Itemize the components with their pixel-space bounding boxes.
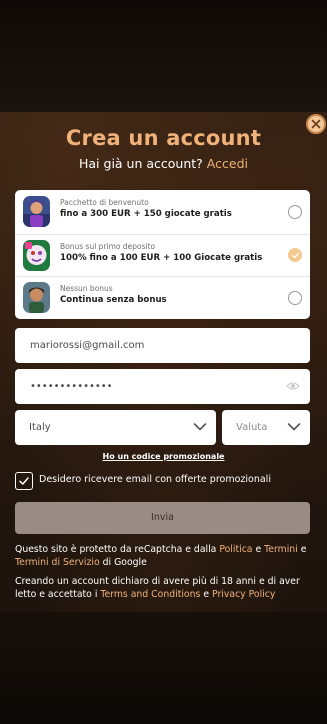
newsletter-checkbox[interactable] xyxy=(15,472,33,490)
privacy-policy-link[interactable]: Privacy Policy xyxy=(212,589,275,600)
bonus-radio-welcome[interactable] xyxy=(288,205,302,219)
google-policy-link[interactable]: Politica xyxy=(219,544,252,555)
chevron-down-icon xyxy=(193,423,207,431)
recaptcha-notice: Questo sito è protetto da reCaptcha e da… xyxy=(15,543,315,569)
bonus-radio-none[interactable] xyxy=(288,291,302,305)
recaptcha-text: e xyxy=(252,544,265,555)
bonus-radio-first-deposit[interactable] xyxy=(288,248,302,262)
eye-icon[interactable] xyxy=(286,380,300,392)
recaptcha-text: di Google xyxy=(99,557,147,568)
email-value: mariorossi@gmail.com xyxy=(30,340,145,351)
bonus-option-none[interactable]: Nessun bonus Continua senza bonus xyxy=(15,276,310,318)
terms-conditions-link[interactable]: Terms and Conditions xyxy=(100,589,200,600)
bonus-option-welcome[interactable]: Pacchetto di benvenuto fino a 300 EUR + … xyxy=(15,191,310,233)
google-terms-link[interactable]: Termini xyxy=(264,544,298,555)
currency-select[interactable]: Valuta xyxy=(222,410,310,445)
login-prompt: Hai già un account? Accedi xyxy=(0,156,327,171)
bonus-title: fino a 300 EUR + 150 giocate gratis xyxy=(60,209,232,219)
bonus-avatar-first-deposit xyxy=(23,240,50,271)
bonus-avatar-welcome xyxy=(23,196,50,227)
email-field[interactable]: mariorossi@gmail.com xyxy=(15,328,310,363)
bonus-subtitle: Nessun bonus xyxy=(60,284,113,293)
google-service-terms-link[interactable]: Termini di Servizio xyxy=(15,557,100,568)
recaptcha-text: e xyxy=(297,544,307,555)
check-icon xyxy=(291,252,299,258)
page-backdrop-top xyxy=(0,0,327,112)
login-link[interactable]: Accedi xyxy=(207,156,248,171)
password-value: •••••••••••••• xyxy=(30,381,113,392)
submit-button[interactable]: Invia xyxy=(15,502,310,534)
bonus-title: Continua senza bonus xyxy=(60,295,167,305)
check-icon xyxy=(19,477,29,485)
age-consent-text: e xyxy=(200,589,213,600)
country-select[interactable]: Italy xyxy=(15,410,216,445)
bonus-option-first-deposit[interactable]: Bonus sul primo deposito 100% fino a 100… xyxy=(15,234,310,276)
page-title: Crea un account xyxy=(65,126,262,150)
bonus-avatar-none xyxy=(23,282,50,313)
recaptcha-text: Questo sito è protetto da reCaptcha e da… xyxy=(15,544,220,555)
password-field[interactable]: •••••••••••••• xyxy=(15,369,310,404)
chevron-down-icon xyxy=(287,423,301,431)
currency-placeholder: Valuta xyxy=(236,422,268,433)
bonus-title: 100% fino a 100 EUR + 100 Giocate gratis xyxy=(60,253,263,263)
bonus-selector: Pacchetto di benvenuto fino a 300 EUR + … xyxy=(15,190,310,319)
age-consent-notice: Creando un account dichiaro di avere più… xyxy=(15,575,315,601)
login-prompt-text: Hai già un account? xyxy=(79,156,203,171)
promo-code-link[interactable]: Ho un codice promozionale xyxy=(0,452,327,461)
page-backdrop-bottom xyxy=(0,612,327,724)
bonus-subtitle: Bonus sul primo deposito xyxy=(60,242,156,251)
country-value: Italy xyxy=(29,422,51,433)
bonus-subtitle: Pacchetto di benvenuto xyxy=(60,198,149,207)
newsletter-label: Desidero ricevere email con offerte prom… xyxy=(39,474,271,485)
